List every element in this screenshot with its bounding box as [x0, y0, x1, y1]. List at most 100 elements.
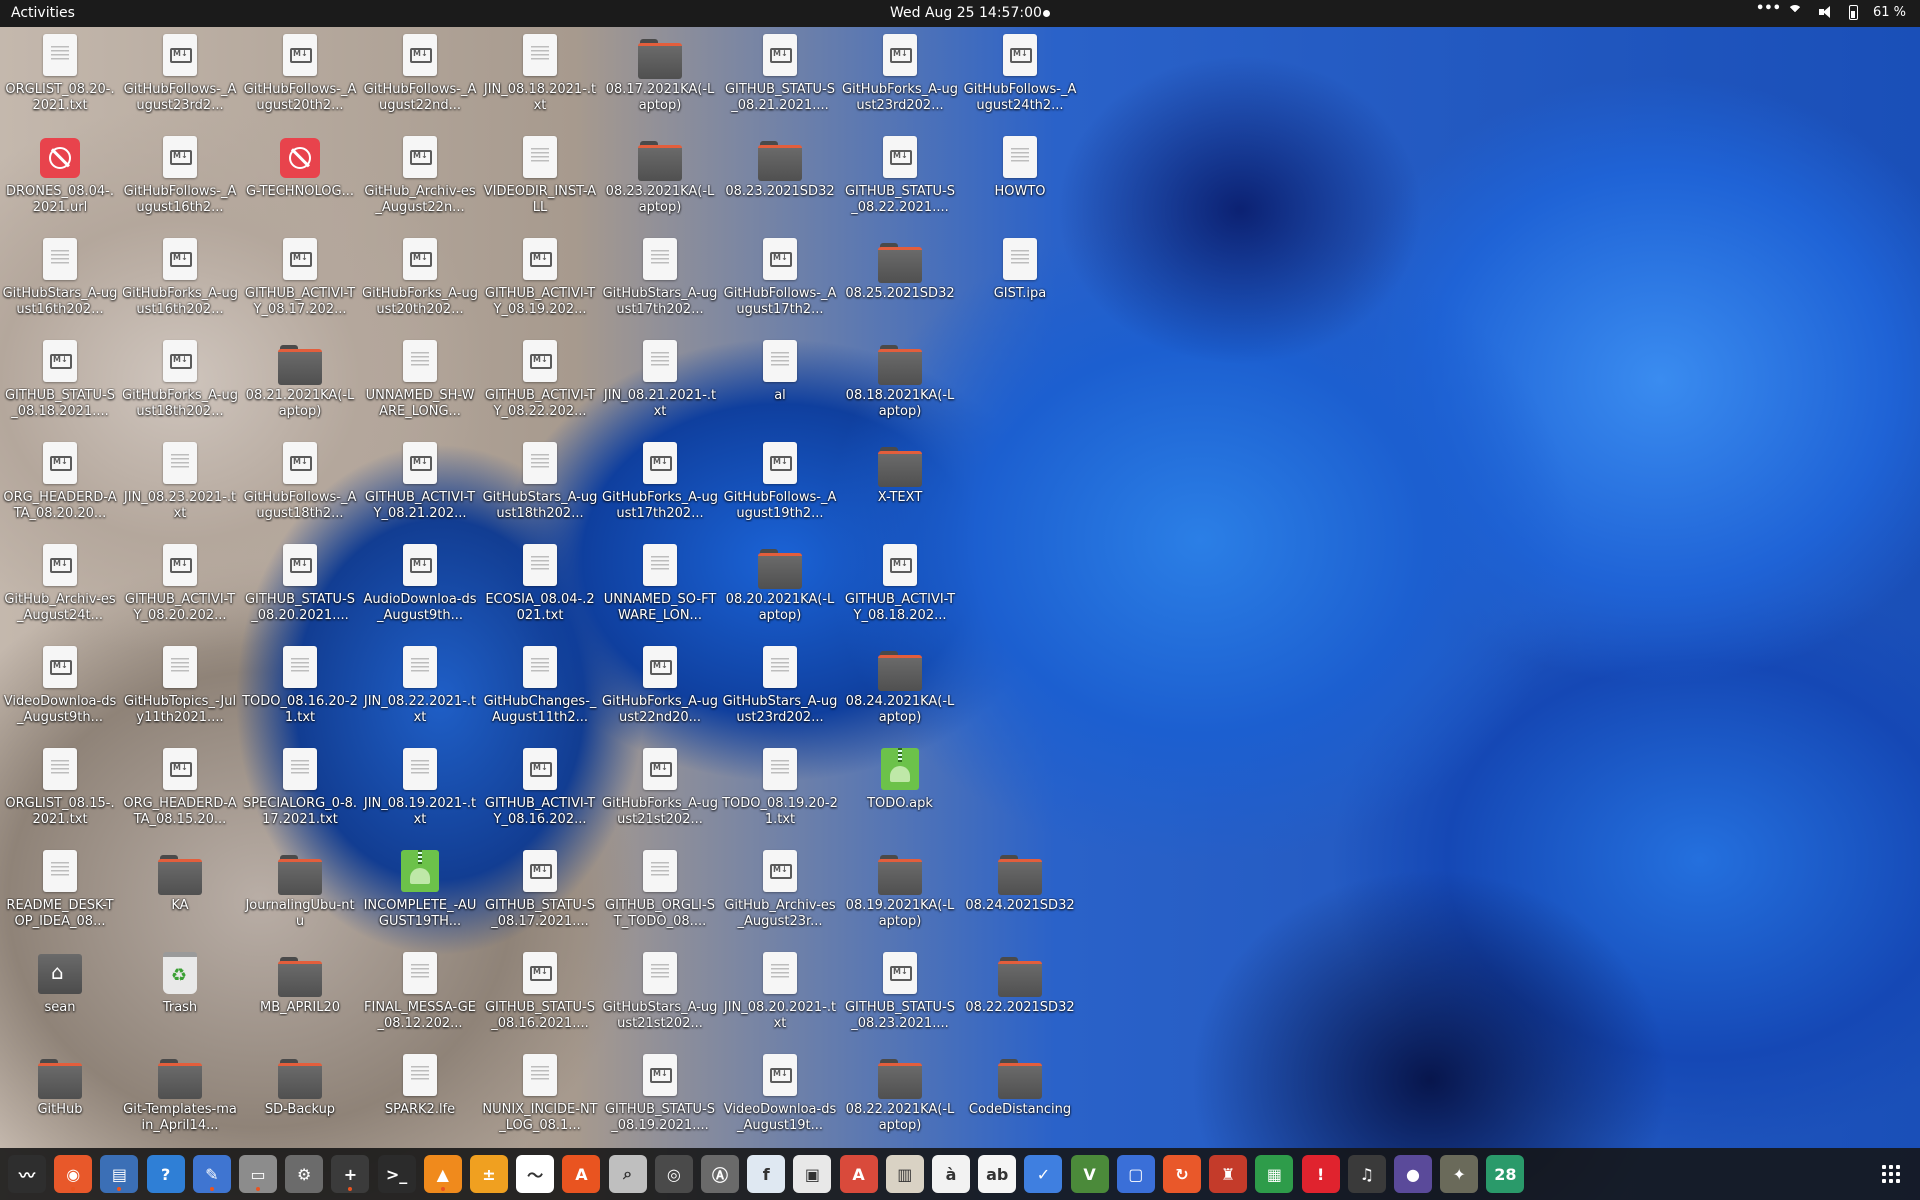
desktop-icon[interactable]: GitHub_Archiv-es_August23r...	[722, 843, 838, 943]
desktop-icon[interactable]: GitHubForks_A-ugust22nd20...	[602, 639, 718, 739]
desktop-icon[interactable]: INCOMPLETE_-AUGUST19TH...	[362, 843, 478, 943]
desktop-icon[interactable]: GitHubStars_A-ugust23rd202...	[722, 639, 838, 739]
desktop-icon[interactable]: UNNAMED_SH-WARE_LONG...	[362, 333, 478, 433]
desktop-icon[interactable]: TODO.apk	[842, 741, 958, 841]
show-apps-icon[interactable]	[1872, 1155, 1910, 1193]
desktop-icon[interactable]: SPARK2.lfe	[362, 1047, 478, 1147]
desktop-icon[interactable]: KA	[122, 843, 238, 943]
desktop-icon[interactable]: 08.25.2021SD32	[842, 231, 958, 331]
desktop-icon[interactable]: 08.23.2021KA(-Laptop)	[602, 129, 718, 229]
desktop-icon[interactable]: MB_APRIL20	[242, 945, 358, 1045]
game-icon[interactable]: ♜	[1209, 1155, 1248, 1193]
desktop-icon[interactable]: README_DESK-TOP_IDEA_08...	[2, 843, 118, 943]
battery-icon[interactable]	[1848, 4, 1858, 20]
clock[interactable]: Wed Aug 25 14:57:00	[890, 5, 1042, 21]
desktop-icon[interactable]: JIN_08.19.2021-.txt	[362, 741, 478, 841]
desktop-icon[interactable]: GitHubFollows-_August23rd2...	[122, 27, 238, 127]
desktop-icon[interactable]: G-TECHNOLOG...	[242, 129, 358, 229]
desktop-icon[interactable]: GITHUB_STATU-S_08.17.2021....	[482, 843, 598, 943]
desktop-icon[interactable]: GitHubForks_A-ugust20th202...	[362, 231, 478, 331]
screenshot-icon[interactable]: ▣	[793, 1155, 832, 1193]
desktop-icon[interactable]: 08.24.2021KA(-Laptop)	[842, 639, 958, 739]
volume-icon[interactable]	[1818, 4, 1834, 20]
calendar-icon[interactable]: 28	[1486, 1155, 1525, 1193]
desktop-icon[interactable]: GitHubFollows-_August17th2...	[722, 231, 838, 331]
image-viewer-icon[interactable]: ⌕	[608, 1155, 647, 1193]
spelling-icon[interactable]: ab	[978, 1155, 1017, 1193]
desktop-icon[interactable]: JIN_08.21.2021-.txt	[602, 333, 718, 433]
terminal-icon[interactable]: >_	[377, 1155, 416, 1193]
desktop-icon[interactable]: 08.23.2021SD32	[722, 129, 838, 229]
desktop-icon[interactable]: ECOSIA_08.04-.2021.txt	[482, 537, 598, 637]
activities-button[interactable]: Activities	[11, 5, 75, 21]
desktop-icon[interactable]: AudioDownloa-ds_August9th...	[362, 537, 478, 637]
desktop-icon[interactable]: sean	[2, 945, 118, 1045]
todo-icon[interactable]: ✓	[1024, 1155, 1063, 1193]
settings-icon[interactable]: ⚙	[285, 1155, 324, 1193]
pdf-icon[interactable]: A	[839, 1155, 878, 1193]
desktop-icon[interactable]: al	[722, 333, 838, 433]
desktop-icon[interactable]: GITHUB_ACTIVI-TY_08.22.202...	[482, 333, 598, 433]
desktop-icon[interactable]: GitHub	[2, 1047, 118, 1147]
desktop-icon[interactable]: 08.20.2021KA(-Laptop)	[722, 537, 838, 637]
desktop-icon[interactable]: GitHubFollows-_August22nd...	[362, 27, 478, 127]
document-viewer-icon[interactable]: ▤	[100, 1155, 139, 1193]
desktop-icon[interactable]: GitHubStars_A-ugust18th202...	[482, 435, 598, 535]
desktop-icon[interactable]: GitHubChanges-_August11th2...	[482, 639, 598, 739]
desktop-icon[interactable]: GitHub_Archiv-es_August24t...	[2, 537, 118, 637]
desktop-icon[interactable]: GitHubFollows-_August19th2...	[722, 435, 838, 535]
desktop-icon[interactable]: GitHubForks_A-ugust16th202...	[122, 231, 238, 331]
desktop-icon[interactable]: ORG_HEADERD-ATA_08.20.20...	[2, 435, 118, 535]
desktop-icon[interactable]: SD-Backup	[242, 1047, 358, 1147]
desktop-icon[interactable]: GITHUB_STATU-S_08.20.2021....	[242, 537, 358, 637]
desktop-icon[interactable]: GITHUB_ACTIVI-TY_08.16.202...	[482, 741, 598, 841]
desktop-icon[interactable]: GitHubForks_A-ugust17th202...	[602, 435, 718, 535]
desktop-icon[interactable]: VideoDownloa-ds_August9th...	[2, 639, 118, 739]
desktop-icon[interactable]: GitHubFollows-_August16th2...	[122, 129, 238, 229]
desktop-icon[interactable]: GitHubFollows-_August18th2...	[242, 435, 358, 535]
desktop-icon[interactable]: 08.22.2021SD32	[962, 945, 1078, 1045]
desktop-icon[interactable]: GITHUB_ACTIVI-TY_08.20.202...	[122, 537, 238, 637]
desktop-icon[interactable]: GITHUB_STATU-S_08.23.2021....	[842, 945, 958, 1045]
archive-icon[interactable]: ▥	[885, 1155, 924, 1193]
desktop-icon[interactable]: NUNIX_INCIDE-NT_LOG_08.1...	[482, 1047, 598, 1147]
calculator-icon[interactable]: ±	[470, 1155, 508, 1193]
update-manager-icon[interactable]: Ⓐ	[701, 1155, 739, 1193]
desktop-icon[interactable]: JIN_08.23.2021-.txt	[122, 435, 238, 535]
desktop-icon[interactable]: UNNAMED_SO-FTWARE_LON...	[602, 537, 718, 637]
desktop-icon[interactable]: GitHubFollows-_August24th2...	[962, 27, 1078, 127]
desktop-icon[interactable]: 08.17.2021KA(-Laptop)	[602, 27, 718, 127]
firefox-icon[interactable]: ◉	[54, 1155, 93, 1193]
camera-icon[interactable]: ●	[1394, 1155, 1432, 1193]
desktop-icon[interactable]: JIN_08.22.2021-.txt	[362, 639, 478, 739]
desktop-icon[interactable]: ORGLIST_08.20-.2021.txt	[2, 27, 118, 127]
desktop-icon[interactable]: GITHUB_ORGLI-ST_TODO_08....	[602, 843, 718, 943]
desktop-icon[interactable]: GITHUB_STATU-S_08.22.2021....	[842, 129, 958, 229]
desktop-icon[interactable]: GITHUB_ACTIVI-TY_08.17.202...	[242, 231, 358, 331]
desktop-icon[interactable]: X-TEXT	[842, 435, 958, 535]
system-monitor-icon[interactable]: 〰	[8, 1155, 46, 1193]
desktop-icon[interactable]: GitHubStars_A-ugust16th202...	[2, 231, 118, 331]
desktop-icon[interactable]: GITHUB_ACTIVI-TY_08.18.202...	[842, 537, 958, 637]
gimp-icon[interactable]: ✦	[1440, 1155, 1479, 1193]
desktop-icon[interactable]: ORG_HEADERD-ATA_08.15.20...	[122, 741, 238, 841]
more-icon[interactable]: •••	[1756, 2, 1781, 20]
desktop-icon[interactable]: GitHub_Archiv-es_August22n...	[362, 129, 478, 229]
desktop-icon[interactable]: TODO_08.19.20-21.txt	[722, 741, 838, 841]
desktop-icon[interactable]: GitHubTopics_-July11th2021....	[122, 639, 238, 739]
desktop-icon[interactable]: GITHUB_STATU-S_08.19.2021....	[602, 1047, 718, 1147]
desktop-icon[interactable]: JIN_08.18.2021-.txt	[482, 27, 598, 127]
desktop-icon[interactable]: 08.19.2021KA(-Laptop)	[842, 843, 958, 943]
help-icon[interactable]: ?	[146, 1155, 185, 1193]
character-map-icon[interactable]: à	[932, 1155, 970, 1193]
desktop-icon[interactable]: JournalingUbu-ntu	[242, 843, 358, 943]
desktop-icon[interactable]: DRONES_08.04-.2021.url	[2, 129, 118, 229]
desktop-icon[interactable]: ORGLIST_08.15-.2021.txt	[2, 741, 118, 841]
desktop-icon[interactable]: GitHubFollows-_August20th2...	[242, 27, 358, 127]
desktop-icon[interactable]: GITHUB_STATU-S_08.18.2021....	[2, 333, 118, 433]
desktop-icon[interactable]: GITHUB_STATU-S_08.16.2021....	[482, 945, 598, 1045]
desktop-icon[interactable]: GitHubForks_A-ugust18th202...	[122, 333, 238, 433]
graph-icon[interactable]: 〜	[516, 1155, 555, 1193]
battery-percent[interactable]: 61 %	[1873, 5, 1906, 20]
desktop-icon[interactable]: GitHubStars_A-ugust17th202...	[602, 231, 718, 331]
